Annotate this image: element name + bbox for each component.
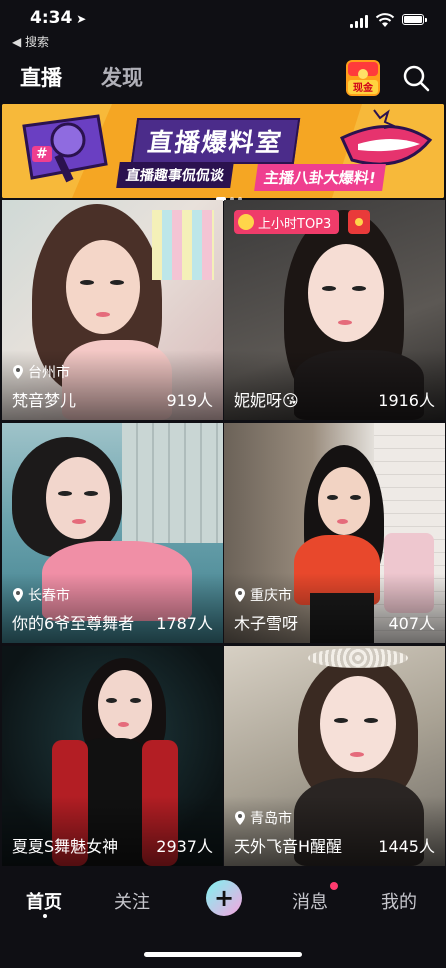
stream-location: 青岛市 xyxy=(234,808,292,828)
search-icon[interactable] xyxy=(402,64,430,92)
hashtag-badge: # xyxy=(32,146,52,162)
banner-subtitle-right: 主播八卦大爆料! xyxy=(254,164,386,191)
stream-card[interactable]: 青岛市 天外飞音H醒醒 1445人 xyxy=(224,646,445,866)
home-indicator[interactable] xyxy=(144,952,302,957)
stream-card[interactable]: 重庆市 木子雪呀 407人 xyxy=(224,423,445,643)
crown-icon xyxy=(238,214,254,230)
stream-card[interactable]: 上小时TOP3 妮妮呀😘 1916人 xyxy=(224,200,445,420)
back-to-search-link[interactable]: ◀ 搜索 xyxy=(12,33,49,50)
location-text: 重庆市 xyxy=(250,588,292,604)
streamer-name: 你的6爷至尊舞者 xyxy=(12,614,135,633)
banner-title: 直播爆料室 xyxy=(130,118,301,164)
unread-message-dot xyxy=(330,882,338,890)
status-bar: 4:34 ➤ ◀ 搜索 xyxy=(0,0,446,56)
stream-card[interactable]: 长春市 你的6爷至尊舞者 1787人 xyxy=(2,423,223,643)
banner-subtitle-left: 直播趣事侃侃谈 xyxy=(116,162,234,188)
stream-location: 台州市 xyxy=(12,362,70,382)
streamer-name: 夏夏S舞魅女神 xyxy=(12,837,119,856)
stream-location: 重庆市 xyxy=(234,585,292,605)
status-time: 4:34 ➤ xyxy=(30,8,86,28)
top3-badge-text: 上小时TOP3 xyxy=(258,216,332,232)
streamer-name: 天外飞音H醒醒 xyxy=(234,837,343,856)
promo-banner[interactable]: # 直播爆料室 直播趣事侃侃谈 主播八卦大爆料! xyxy=(2,104,444,198)
active-indicator-dot xyxy=(43,914,47,918)
tab-live[interactable]: 直播 xyxy=(20,62,62,92)
nav-me[interactable]: 我的 xyxy=(381,888,417,914)
viewer-count: 407人 xyxy=(388,614,435,633)
viewer-count: 2937人 xyxy=(156,837,213,856)
nav-follow[interactable]: 关注 xyxy=(114,888,150,914)
viewer-count: 1916人 xyxy=(378,391,435,410)
location-pin-icon xyxy=(235,811,245,825)
stream-location: 长春市 xyxy=(12,585,70,605)
tab-discover[interactable]: 发现 xyxy=(101,62,143,92)
streamer-name: 木子雪呀 xyxy=(234,614,299,633)
create-live-button[interactable]: + xyxy=(206,880,242,916)
streamer-name: 梵音梦儿 xyxy=(12,391,77,410)
location-text: 青岛市 xyxy=(250,811,292,827)
viewer-count: 1445人 xyxy=(378,837,435,856)
location-text: 长春市 xyxy=(28,588,70,604)
battery-icon xyxy=(402,14,427,25)
stream-card[interactable]: 夏夏S舞魅女神 2937人 xyxy=(2,646,223,866)
nav-home[interactable]: 首页 xyxy=(26,888,62,914)
location-pin-icon xyxy=(13,588,23,602)
location-arrow-icon: ➤ xyxy=(76,12,87,26)
location-text: 台州市 xyxy=(28,365,70,381)
location-pin-icon xyxy=(13,365,23,379)
location-pin-icon xyxy=(235,588,245,602)
nav-messages[interactable]: 消息 xyxy=(292,888,328,914)
streamer-name: 妮妮呀😘 xyxy=(234,391,299,410)
red-envelope-icon[interactable] xyxy=(348,210,370,234)
cellular-signal-icon xyxy=(350,14,370,28)
wifi-icon xyxy=(375,13,395,27)
viewer-count: 919人 xyxy=(166,391,213,410)
cash-red-envelope-icon[interactable]: 现金 xyxy=(344,58,382,98)
stream-card[interactable]: 台州市 梵音梦儿 919人 xyxy=(2,200,223,420)
cash-label: 现金 xyxy=(353,81,374,94)
viewer-count: 1787人 xyxy=(156,614,213,633)
time-text: 4:34 xyxy=(30,8,73,28)
top3-badge: 上小时TOP3 xyxy=(234,210,340,234)
